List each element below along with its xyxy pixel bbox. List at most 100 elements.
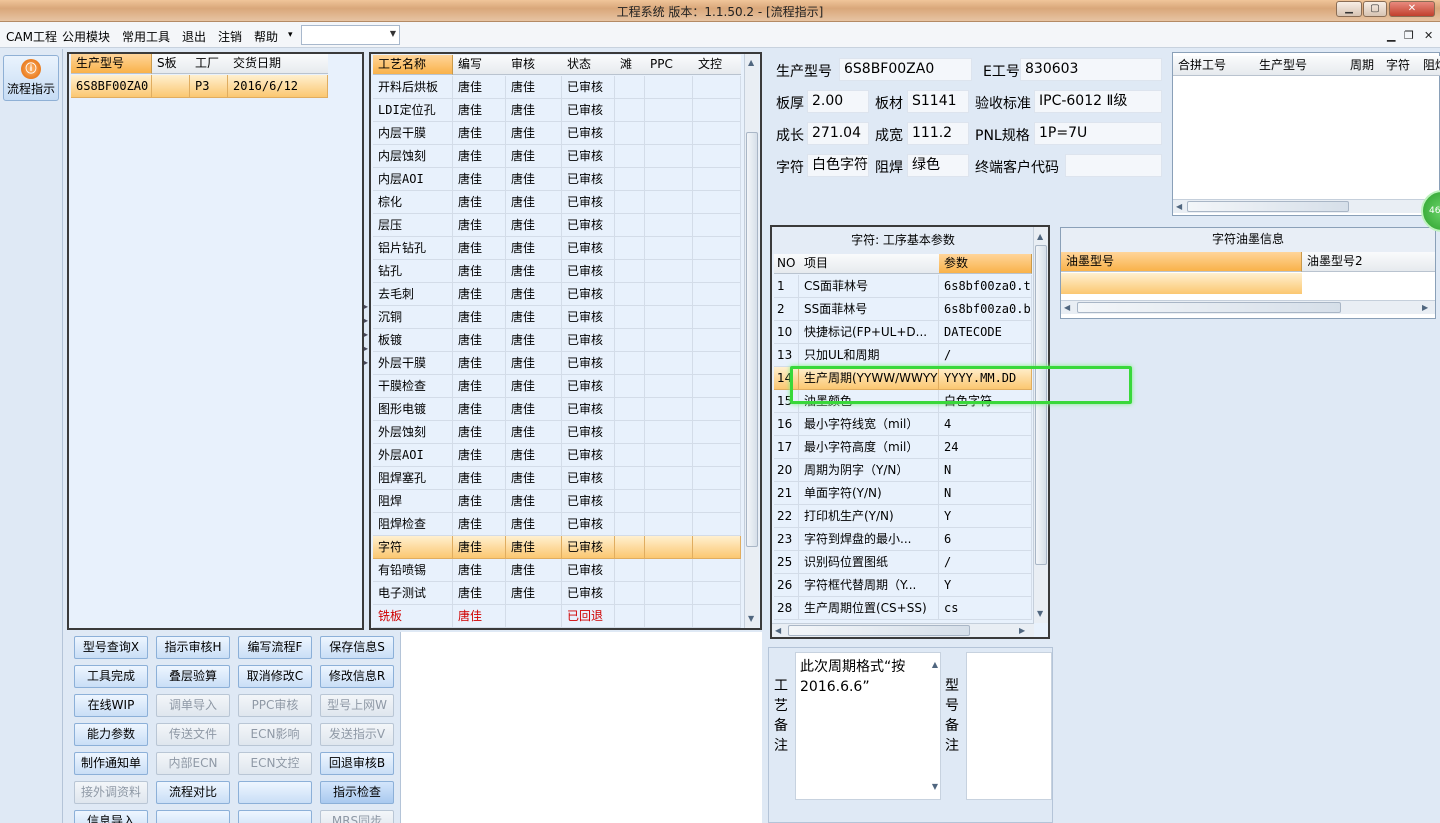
params-hscrollbar[interactable]: ◀ ▶ xyxy=(772,623,1034,637)
scroll-right-icon[interactable]: ▶ xyxy=(1422,303,1428,312)
scroll-thumb[interactable] xyxy=(1077,302,1341,313)
col-header-cycle[interactable]: 周期 xyxy=(1345,56,1381,76)
col-header-flag[interactable]: 滩 xyxy=(615,55,645,75)
field-length[interactable]: 271.04 xyxy=(807,122,869,145)
col-header-model[interactable]: 生产型号 xyxy=(71,54,152,74)
combine-table-hscrollbar[interactable]: ◀ xyxy=(1173,199,1439,213)
col-header-delivery-date[interactable]: 交货日期 xyxy=(228,54,328,74)
menu-combo-box[interactable]: ▼ xyxy=(301,25,400,45)
col-header-reviewer[interactable]: 审核 xyxy=(506,55,562,75)
col-header-ppc[interactable]: PPC xyxy=(645,55,693,75)
ink-hscrollbar[interactable]: ◀ ▶ xyxy=(1061,300,1435,314)
scroll-left-icon[interactable]: ◀ xyxy=(1176,202,1182,211)
action-button-13[interactable]: 能力参数 xyxy=(74,723,148,746)
splitter-handle[interactable]: ▸ ▸ ▸ ▸ ▸ xyxy=(364,300,369,380)
field-acceptance-std[interactable]: IPC-6012 Ⅱ级 xyxy=(1034,90,1162,113)
action-button-10[interactable]: 调单导入 xyxy=(156,694,230,717)
field-e-number[interactable]: 830603 xyxy=(1020,58,1162,81)
action-button-5[interactable]: 工具完成 xyxy=(74,665,148,688)
maximize-window-button[interactable]: ▢ xyxy=(1363,1,1387,17)
field-thickness[interactable]: 2.00 xyxy=(807,90,869,113)
action-button-23[interactable] xyxy=(238,781,312,804)
scroll-thumb[interactable] xyxy=(788,625,970,636)
action-button-16[interactable]: 发送指示V xyxy=(320,723,394,746)
col-header-factory[interactable]: 工厂 xyxy=(190,54,228,74)
menu-help[interactable]: 帮助 xyxy=(254,28,278,45)
col-header-item[interactable]: 项目 xyxy=(799,254,939,274)
field-customer-code[interactable] xyxy=(1065,154,1162,177)
field-solder-mask[interactable]: 绿色 xyxy=(907,154,969,177)
action-button-19[interactable]: ECN文控 xyxy=(238,752,312,775)
scroll-up-icon[interactable]: ▲ xyxy=(748,58,754,67)
minimize-window-button[interactable]: ▁ xyxy=(1336,1,1362,17)
action-button-26[interactable] xyxy=(156,810,230,823)
action-button-2[interactable]: 指示审核H xyxy=(156,636,230,659)
action-button-12[interactable]: 型号上网W xyxy=(320,694,394,717)
field-width[interactable]: 111.2 xyxy=(907,122,969,145)
action-button-4[interactable]: 保存信息S xyxy=(320,636,394,659)
col-header-ink-model[interactable]: 油墨型号 xyxy=(1061,252,1302,272)
field-character[interactable]: 白色字符 xyxy=(807,154,869,177)
nav-process-instruction-button[interactable]: ⓘ 流程指示 xyxy=(3,55,59,101)
scroll-down-icon[interactable]: ▼ xyxy=(932,777,938,797)
field-model[interactable]: 6S8BF00ZA0 xyxy=(839,58,972,81)
action-button-6[interactable]: 叠层验算 xyxy=(156,665,230,688)
col-header-character[interactable]: 字符 xyxy=(1381,56,1418,76)
col-header-value[interactable]: 参数 xyxy=(939,254,1032,274)
action-button-28[interactable]: MRS同步 xyxy=(320,810,394,823)
scroll-down-icon[interactable]: ▼ xyxy=(748,614,754,623)
action-button-24[interactable]: 指示检查 xyxy=(320,781,394,804)
scroll-right-icon[interactable]: ▶ xyxy=(1019,626,1025,635)
field-pnl-spec[interactable]: 1P=7U xyxy=(1034,122,1162,145)
menu-logout[interactable]: 注销 xyxy=(218,28,242,45)
action-button-18[interactable]: 内部ECN xyxy=(156,752,230,775)
action-button-25[interactable]: 信息导入 xyxy=(74,810,148,823)
col-header-model[interactable]: 生产型号 xyxy=(1254,56,1345,76)
mdi-close-button[interactable]: ✕ xyxy=(1424,29,1433,42)
scroll-left-icon[interactable]: ◀ xyxy=(1064,303,1070,312)
chevron-down-icon[interactable]: ▾ xyxy=(288,30,293,40)
params-vscrollbar[interactable]: ▲ ▼ xyxy=(1033,227,1048,623)
action-button-22[interactable]: 流程对比 xyxy=(156,781,230,804)
mdi-minimize-button[interactable]: ▁ xyxy=(1387,29,1395,42)
menu-common-modules[interactable]: 公用模块 xyxy=(62,28,110,45)
action-button-27[interactable] xyxy=(238,810,312,823)
action-button-14[interactable]: 传送文件 xyxy=(156,723,230,746)
col-header-doc-control[interactable]: 文控 xyxy=(693,55,741,75)
col-header-no[interactable]: NO xyxy=(774,254,799,274)
col-header-solder-mask[interactable]: 阻焊 xyxy=(1418,56,1440,76)
action-button-20[interactable]: 回退审核B xyxy=(320,752,394,775)
scroll-left-icon[interactable]: ◀ xyxy=(775,626,781,635)
action-button-8[interactable]: 修改信息R xyxy=(320,665,394,688)
mdi-restore-button[interactable]: ❐ xyxy=(1404,29,1414,42)
col-header-combine-no[interactable]: 合拼工号 xyxy=(1173,56,1254,76)
scroll-thumb[interactable] xyxy=(746,132,758,547)
scroll-down-icon[interactable]: ▼ xyxy=(1037,609,1043,618)
action-button-9[interactable]: 在线WIP xyxy=(74,694,148,717)
action-button-11[interactable]: PPC审核 xyxy=(238,694,312,717)
col-header-writer[interactable]: 编写 xyxy=(453,55,506,75)
action-button-7[interactable]: 取消修改C xyxy=(238,665,312,688)
col-header-ink-model-2[interactable]: 油墨型号2 xyxy=(1302,252,1435,272)
scroll-up-icon[interactable]: ▲ xyxy=(932,655,938,675)
field-material[interactable]: S1141 xyxy=(907,90,969,113)
action-button-1[interactable]: 型号查询X xyxy=(74,636,148,659)
menu-common-tools[interactable]: 常用工具 xyxy=(122,28,170,45)
close-window-button[interactable]: ✕ xyxy=(1389,1,1435,17)
menu-cam[interactable]: CAM工程 xyxy=(6,28,57,45)
model-remark-textarea[interactable] xyxy=(966,652,1052,800)
action-button-3[interactable]: 编写流程F xyxy=(238,636,312,659)
scroll-thumb[interactable] xyxy=(1187,201,1349,212)
ink-row-selected[interactable] xyxy=(1061,273,1302,294)
col-header-status[interactable]: 状态 xyxy=(562,55,615,75)
scroll-thumb[interactable] xyxy=(1035,245,1047,565)
action-button-15[interactable]: ECN影响 xyxy=(238,723,312,746)
chevron-down-icon[interactable]: ▼ xyxy=(390,29,396,38)
process-remark-textarea[interactable]: 此次周期格式“按2016.6.6” ▲ ▼ xyxy=(795,652,941,800)
process-table-scrollbar[interactable]: ▲ ▼ xyxy=(744,54,759,628)
menu-exit[interactable]: 退出 xyxy=(182,28,206,45)
col-header-process-name[interactable]: 工艺名称 xyxy=(373,55,453,75)
action-button-17[interactable]: 制作通知单 xyxy=(74,752,148,775)
scroll-up-icon[interactable]: ▲ xyxy=(1037,232,1043,241)
col-header-s-board[interactable]: S板 xyxy=(152,54,190,74)
